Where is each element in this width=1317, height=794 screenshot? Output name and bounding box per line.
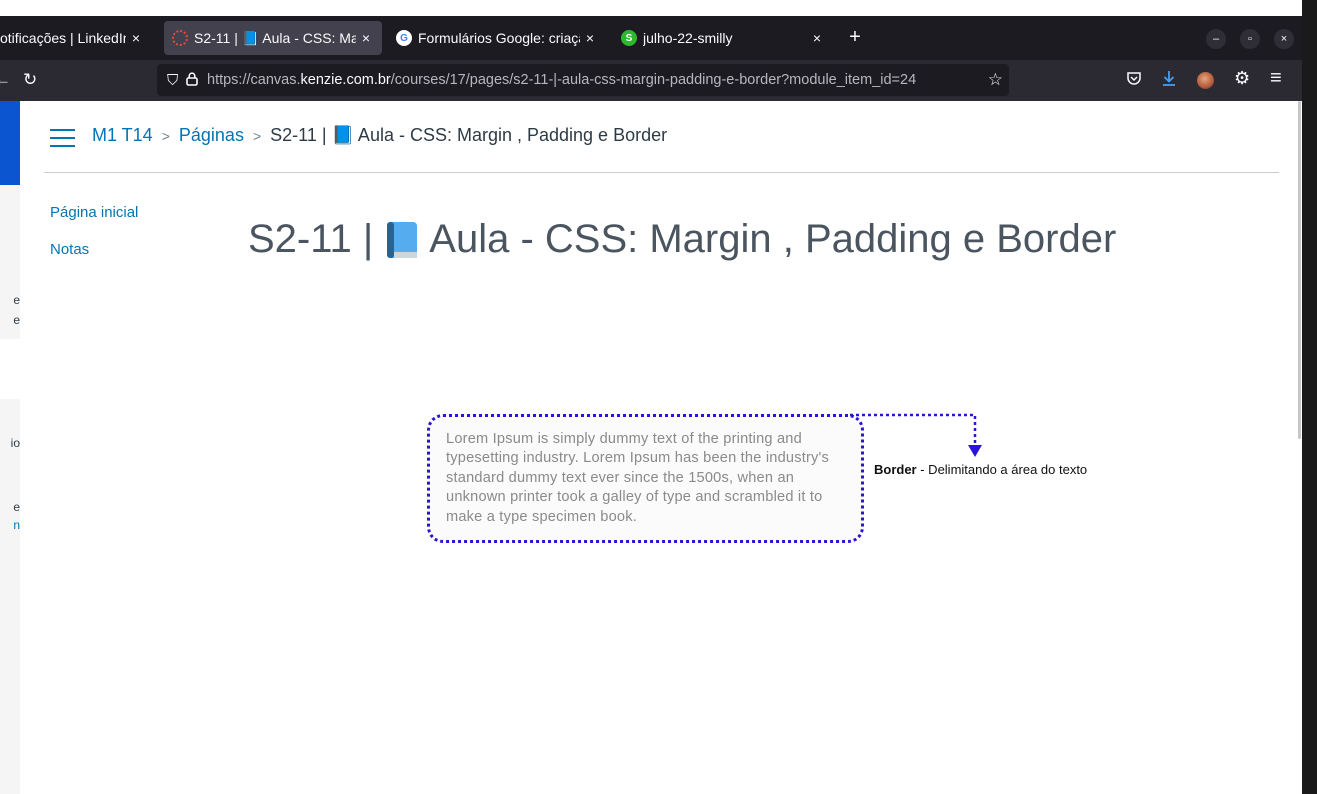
close-icon[interactable]: × (809, 30, 825, 46)
course-nav-home[interactable]: Página inicial (50, 204, 138, 221)
rail-text-fragment: e (13, 293, 20, 307)
tab-title: julho-22-smilly (643, 30, 733, 46)
canvas-page: e e io e n M1 T14 > Páginas > S2-11 | 📘 … (0, 101, 1297, 794)
annotation-bold: Border (874, 462, 917, 477)
rail-text-fragment: io (10, 436, 20, 450)
page-title-suffix: Aula - CSS: Margin , Padding e Border (429, 217, 1117, 261)
desktop-edge (1302, 0, 1317, 794)
download-icon[interactable] (1161, 70, 1177, 93)
url-domain: kenzie.com.br (300, 72, 391, 88)
tab-julho-smilly[interactable]: S julho-22-smilly × (613, 21, 833, 55)
bookmark-star-icon[interactable]: ☆ (988, 70, 1003, 90)
lock-icon[interactable] (183, 71, 201, 89)
breadcrumb: M1 T14 > Páginas > S2-11 | 📘 Aula - CSS:… (92, 125, 667, 146)
nav-bar: ← ↻ ⛉ https://canvas.kenzie.com.br/cours… (0, 60, 1302, 101)
border-example-box: Lorem Ipsum is simply dummy text of the … (427, 414, 864, 543)
shield-icon[interactable]: ⛉ (167, 72, 183, 89)
border-annotation: Border - Delimitando a área do texto (874, 462, 1087, 477)
course-navigation: Página inicial Notas (50, 204, 138, 278)
google-icon: G (396, 30, 412, 46)
global-nav-logo-area[interactable] (0, 101, 20, 185)
tab-title: Formulários Google: criação (418, 30, 580, 46)
tab-canvas-aula[interactable]: S2-11 | 📘 Aula - CSS: Margin × (164, 21, 382, 55)
course-menu-toggle-icon[interactable] (50, 129, 75, 147)
breadcrumb-pages-link[interactable]: Páginas (179, 125, 244, 146)
minimize-icon[interactable]: – (1206, 29, 1226, 49)
rail-text-fragment: e (13, 500, 20, 514)
global-nav-rail: e e io e n (0, 101, 20, 794)
url-prefix: https://canvas. (207, 72, 301, 88)
back-icon[interactable]: ← (0, 70, 11, 90)
url-bar[interactable]: ⛉ https://canvas.kenzie.com.br/courses/1… (157, 64, 1009, 96)
url-text[interactable]: https://canvas.kenzie.com.br/courses/17/… (207, 72, 967, 88)
tab-title: otificações | LinkedIn (0, 30, 126, 46)
tab-linkedin[interactable]: otificações | LinkedIn × (0, 21, 152, 55)
rail-link-fragment[interactable]: n (0, 518, 20, 532)
settings-icon[interactable]: ⚙ (1234, 68, 1250, 89)
course-nav-grades[interactable]: Notas (50, 241, 138, 258)
window-close-icon[interactable]: × (1274, 29, 1294, 49)
rail-text-fragment: e (13, 313, 20, 327)
header-divider (44, 172, 1279, 173)
canvas-loading-icon (172, 30, 188, 46)
tab-title: S2-11 | 📘 Aula - CSS: Margin (194, 29, 356, 46)
url-path: /courses/17/pages/s2-11-|-aula-css-margi… (390, 72, 917, 88)
top-strip (0, 0, 1302, 16)
breadcrumb-current: S2-11 | 📘 Aula - CSS: Margin , Padding e… (270, 125, 668, 145)
blue-book-icon (385, 220, 419, 260)
page-title-prefix: S2-11 | (248, 217, 374, 261)
tab-google-forms[interactable]: G Formulários Google: criação × (388, 21, 606, 55)
browser-chrome: otificações | LinkedIn × S2-11 | 📘 Aula … (0, 16, 1302, 101)
smilly-icon: S (621, 30, 637, 46)
scrollbar-thumb[interactable] (1298, 101, 1301, 439)
breadcrumb-separator: > (161, 127, 170, 144)
menu-icon[interactable]: ≡ (1270, 67, 1282, 90)
rail-gap (0, 339, 20, 399)
extension-avatar-icon[interactable] (1197, 72, 1214, 89)
close-icon[interactable]: × (358, 30, 374, 46)
close-icon[interactable]: × (128, 30, 144, 46)
restore-icon[interactable]: ▫ (1240, 29, 1260, 49)
annotation-text: - Delimitando a área do texto (916, 462, 1088, 477)
breadcrumb-separator: > (252, 127, 262, 144)
tab-bar: otificações | LinkedIn × S2-11 | 📘 Aula … (0, 16, 1302, 60)
page-title: S2-11 | Aula - CSS: Margin , Padding e B… (248, 217, 1116, 262)
new-tab-button[interactable]: + (845, 27, 865, 47)
breadcrumb-course-link[interactable]: M1 T14 (92, 125, 153, 146)
lorem-ipsum-text: Lorem Ipsum is simply dummy text of the … (446, 431, 830, 525)
pocket-icon[interactable] (1126, 70, 1142, 90)
close-icon[interactable]: × (582, 30, 598, 46)
reload-icon[interactable]: ↻ (23, 70, 37, 90)
